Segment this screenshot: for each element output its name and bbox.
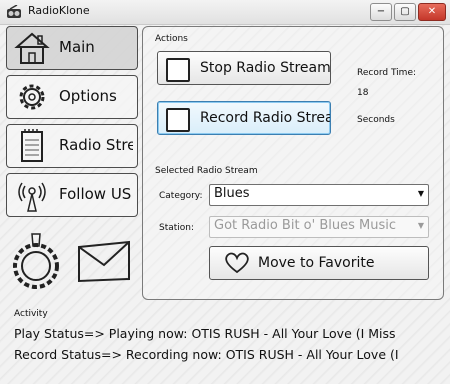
close-button[interactable]: ✕ [418,3,446,21]
maximize-button[interactable]: ▢ [394,3,416,21]
record-icon [166,108,190,132]
nav-options-button[interactable]: Options [6,75,138,119]
chevron-down-icon: ▼ [417,221,424,230]
nav-main-label: Main [59,38,95,56]
play-status-text: Play Status=> Playing now: OTIS RUSH - A… [14,326,396,341]
notepad-icon [13,129,51,163]
stop-radio-stream-label: Stop Radio Stream [200,60,331,76]
house-icon [13,31,51,65]
record-time-label: Record Time: [357,68,417,78]
nav-follow-us-button[interactable]: Follow US [6,173,138,217]
record-radio-stream-button[interactable]: Record Radio Strea [157,101,331,135]
station-label: Station: [159,223,195,233]
move-to-favorite-button[interactable]: Move to Favorite [209,246,429,280]
actions-label: Actions [155,34,188,44]
category-select[interactable]: Blues ▼ [209,184,429,206]
nav-main-button[interactable]: Main [6,26,138,70]
stop-icon [166,58,190,82]
station-select[interactable]: Got Radio Bit o' Blues Music ▼ [209,216,429,238]
minimize-button[interactable]: − [370,3,392,21]
move-to-favorite-label: Move to Favorite [258,255,375,271]
category-label: Category: [159,191,203,201]
selected-radio-stream-label: Selected Radio Stream [155,166,258,176]
gear-icon [13,80,51,114]
station-value: Got Radio Bit o' Blues Music [214,218,396,233]
window-title: RadioKlone [28,4,90,17]
nav-radio-stream-button[interactable]: Radio Strea [6,124,138,168]
heart-icon [224,252,250,274]
record-radio-stream-label: Record Radio Strea [200,110,331,126]
main-panel: Actions Stop Radio Stream Record Time: 1… [142,26,444,300]
radio-icon [6,4,22,18]
record-status-text: Record Status=> Recording now: OTIS RUSH… [14,347,399,362]
activity-label: Activity [14,309,48,319]
record-time-value: 18 [357,88,369,98]
stop-radio-stream-button[interactable]: Stop Radio Stream [157,51,331,85]
category-value: Blues [214,186,250,201]
chevron-down-icon: ▼ [417,189,424,198]
nav-radio-stream-label: Radio Strea [59,136,133,154]
title-bar: RadioKlone − ▢ ✕ [0,0,450,25]
envelope-icon[interactable] [76,237,132,285]
bottlecap-icon[interactable] [8,232,64,292]
broadcast-tower-icon [13,178,51,212]
nav-follow-us-label: Follow US [59,185,132,203]
record-time-unit: Seconds [357,115,395,125]
nav-options-label: Options [59,87,117,105]
